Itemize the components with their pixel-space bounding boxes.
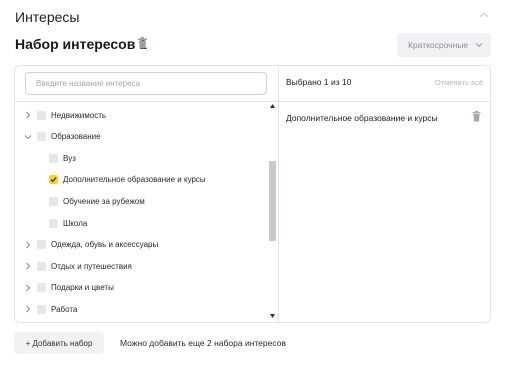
tree-item-label: Образование bbox=[51, 132, 101, 142]
checkbox[interactable] bbox=[49, 153, 58, 163]
checkbox[interactable] bbox=[49, 196, 58, 206]
tree-item-label: Отдых и путешествия bbox=[51, 261, 132, 271]
interest-set-title: Набор интересов 1 bbox=[15, 36, 148, 52]
checkbox[interactable] bbox=[37, 283, 46, 293]
tree-item-label: Недвижимость bbox=[51, 110, 107, 120]
period-select[interactable]: Краткосрочные bbox=[397, 33, 491, 57]
scroll-up-icon[interactable] bbox=[270, 104, 275, 108]
tree-item[interactable]: Отдых и путешествия bbox=[24, 257, 132, 275]
scroll-down-icon[interactable] bbox=[270, 314, 275, 318]
selected-item: Дополнительное образование и курсы bbox=[286, 113, 438, 123]
tree-item-label: Подарки и цветы bbox=[51, 283, 114, 293]
chevron-right-icon[interactable] bbox=[24, 262, 32, 270]
checkbox[interactable] bbox=[37, 132, 46, 142]
chevron-right-icon[interactable] bbox=[24, 241, 32, 249]
add-set-button[interactable]: + Добавить набор bbox=[14, 332, 104, 354]
tree-item-label: Работа bbox=[51, 304, 78, 314]
checkbox[interactable] bbox=[49, 218, 58, 228]
tree-item-label: Школа bbox=[63, 218, 88, 228]
interests-panel: Недвижимость Образование Вуз Дополнительное… bbox=[14, 65, 491, 323]
clear-all-link[interactable]: Отменить всё bbox=[435, 78, 483, 87]
tree-item[interactable]: Подарки и цветы bbox=[24, 279, 114, 297]
tree-item-label: Одежда, обувь и аксессуары bbox=[51, 240, 159, 250]
checkbox[interactable] bbox=[37, 240, 46, 250]
tree-item[interactable]: Вуз bbox=[49, 149, 76, 167]
chevron-down-icon[interactable] bbox=[24, 133, 32, 141]
tree-item[interactable]: Обучение за рубежом bbox=[49, 192, 145, 210]
search-area bbox=[15, 66, 278, 102]
chevron-right-icon[interactable] bbox=[24, 305, 32, 313]
interest-search-input[interactable] bbox=[25, 72, 267, 95]
trash-icon[interactable] bbox=[137, 37, 148, 49]
selected-count: Выбрано 1 из 10 bbox=[286, 77, 352, 87]
chevron-up-icon[interactable] bbox=[478, 9, 490, 21]
chevron-down-icon bbox=[475, 43, 483, 48]
add-set-hint: Можно добавить еще 2 набора интересов bbox=[120, 338, 286, 348]
checkbox[interactable] bbox=[49, 175, 58, 185]
trash-icon[interactable] bbox=[472, 111, 481, 122]
tree-item[interactable]: Одежда, обувь и аксессуары bbox=[24, 236, 158, 254]
interests-tree-pane: Недвижимость Образование Вуз Дополнительное… bbox=[15, 66, 279, 322]
tree-item[interactable]: Работа bbox=[24, 300, 77, 318]
selected-header: Выбрано 1 из 10 Отменить всё bbox=[279, 66, 490, 102]
chevron-right-icon[interactable] bbox=[24, 284, 32, 292]
tree-item-label: Обучение за рубежом bbox=[63, 196, 145, 206]
selected-pane: Выбрано 1 из 10 Отменить всё Дополнитель… bbox=[279, 66, 490, 322]
section-title: Интересы bbox=[15, 9, 80, 25]
tree-item-label: Вуз bbox=[63, 153, 76, 163]
checkbox[interactable] bbox=[37, 110, 46, 120]
chevron-right-icon[interactable] bbox=[24, 111, 32, 119]
tree-item[interactable]: Недвижимость bbox=[24, 106, 106, 124]
period-select-value: Краткосрочные bbox=[408, 40, 469, 50]
tree-scrollbar[interactable] bbox=[267, 103, 278, 322]
tree-item[interactable]: Школа bbox=[49, 214, 87, 232]
tree-item-label: Дополнительное образование и курсы bbox=[63, 175, 206, 185]
tree-item[interactable]: Образование bbox=[24, 128, 101, 146]
check-icon bbox=[50, 177, 57, 183]
checkbox[interactable] bbox=[37, 261, 46, 271]
tree-item[interactable]: Дополнительное образование и курсы bbox=[49, 171, 206, 189]
checkbox[interactable] bbox=[37, 304, 46, 314]
interests-tree: Недвижимость Образование Вуз Дополнительное… bbox=[15, 103, 267, 322]
scroll-thumb[interactable] bbox=[269, 161, 276, 241]
